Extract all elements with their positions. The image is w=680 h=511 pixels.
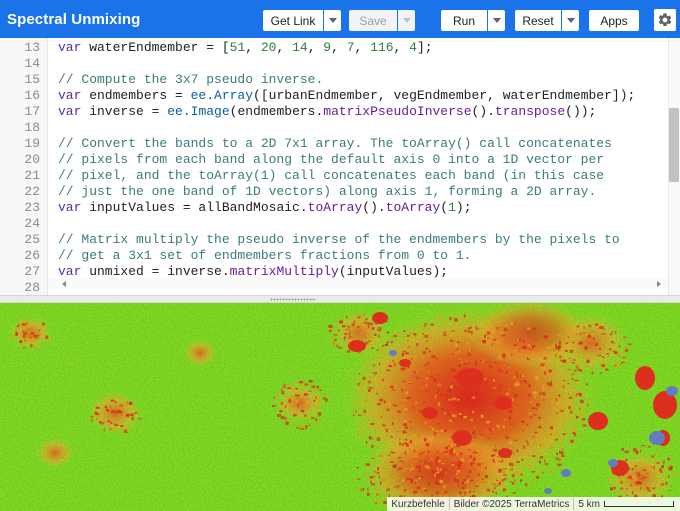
code-line[interactable]: 19 // Convert the bands to a 2D 7x1 array… xyxy=(0,136,668,152)
chevron-down-icon xyxy=(328,18,337,23)
scale-line xyxy=(604,501,674,507)
scale-bar: 5 km xyxy=(574,499,680,510)
line-number: 26 xyxy=(24,248,40,263)
run-button-group[interactable]: Run xyxy=(441,10,505,31)
code-text[interactable]: // Matrix multiply the pseudo inverse of… xyxy=(58,232,620,248)
get-link-button[interactable]: Get Link xyxy=(263,10,323,31)
code-lines[interactable]: 12var vegEndmember = [50, 21, 20, 35, 50… xyxy=(0,38,668,295)
code-text[interactable]: // Compute the 3x7 pseudo inverse. xyxy=(58,72,323,88)
code-editor[interactable]: 12var vegEndmember = [50, 21, 20, 35, 50… xyxy=(0,38,680,295)
line-number: 17 xyxy=(24,104,40,119)
apps-button[interactable]: Apps xyxy=(589,10,639,31)
panel-splitter[interactable] xyxy=(0,295,680,303)
map-features xyxy=(0,303,680,511)
line-number: 25 xyxy=(24,232,40,247)
code-text[interactable]: // get a 3x1 set of endmembers fractions… xyxy=(58,248,471,264)
code-text[interactable]: var inputValues = allBandMosaic.toArray(… xyxy=(58,200,472,216)
code-text[interactable]: var endmembers = ee.Array([urbanEndmembe… xyxy=(58,88,635,104)
line-number: 21 xyxy=(24,168,40,183)
line-number: 22 xyxy=(24,184,40,199)
code-line[interactable]: 14 xyxy=(0,56,668,72)
chevron-down-icon xyxy=(492,18,501,23)
get-link-dropdown[interactable] xyxy=(324,10,341,31)
line-number: 19 xyxy=(24,136,40,151)
reset-button[interactable]: Reset xyxy=(515,10,561,31)
line-number: 18 xyxy=(24,120,40,135)
imagery-credit: Bilder ©2025 TerraMetrics xyxy=(453,498,570,510)
line-number: 23 xyxy=(24,200,40,215)
code-text[interactable]: // just the one band of 1D vectors) alon… xyxy=(58,184,596,200)
line-number: 13 xyxy=(24,40,40,55)
app-title: Spectral Unmixing xyxy=(7,11,141,28)
unmixed-result-layer xyxy=(0,303,680,511)
code-text[interactable]: var inverse = ee.Image(endmembers.matrix… xyxy=(58,104,596,120)
line-number: 27 xyxy=(24,264,40,279)
get-link-button-group[interactable]: Get Link xyxy=(263,10,341,31)
code-line[interactable]: 25 // Matrix multiply the pseudo inverse … xyxy=(0,232,668,248)
code-line[interactable]: 26 // get a 3x1 set of endmembers fractio… xyxy=(0,248,668,264)
line-number: 28 xyxy=(24,280,40,295)
reset-dropdown[interactable] xyxy=(562,10,579,31)
chevron-down-icon xyxy=(402,18,411,23)
code-line[interactable]: 20 // pixels from each band along the def… xyxy=(0,152,668,168)
save-button[interactable]: Save xyxy=(349,10,397,31)
top-toolbar: Spectral Unmixing Get Link Save Run Rese… xyxy=(0,0,680,38)
texture-overlay xyxy=(0,303,680,511)
save-button-group[interactable]: Save xyxy=(349,10,415,31)
vertical-scrollbar[interactable] xyxy=(668,38,680,295)
code-line[interactable]: 21 // pixel, and the toArray(1) call conc… xyxy=(0,168,668,184)
code-line[interactable]: 13 var waterEndmember = [51, 20, 14, 9, 7… xyxy=(0,40,668,56)
line-number: 16 xyxy=(24,88,40,103)
run-dropdown[interactable] xyxy=(488,10,505,31)
code-line[interactable]: 22 // just the one band of 1D vectors) al… xyxy=(0,184,668,200)
scroll-right-icon[interactable] xyxy=(657,281,661,287)
gear-icon xyxy=(658,13,672,27)
code-line[interactable]: 18 xyxy=(0,120,668,136)
scale-label: 5 km xyxy=(578,498,600,510)
line-number: 14 xyxy=(24,56,40,71)
vertical-scrollbar-thumb[interactable] xyxy=(669,108,679,182)
code-text[interactable]: // Convert the bands to a 2D 7x1 array. … xyxy=(58,136,612,152)
code-text[interactable]: var waterEndmember = [51, 20, 14, 9, 7, … xyxy=(58,40,433,56)
save-dropdown[interactable] xyxy=(398,10,415,31)
code-text[interactable]: // pixel, and the toArray(1) call concat… xyxy=(58,168,604,184)
chevron-down-icon xyxy=(566,18,575,23)
settings-button[interactable] xyxy=(654,9,676,31)
code-line[interactable]: 17 var inverse = ee.Image(endmembers.matr… xyxy=(0,104,668,120)
line-number: 15 xyxy=(24,72,40,87)
horizontal-scrollbar[interactable] xyxy=(48,278,668,289)
map-view[interactable]: Kurzbefehle Bilder ©2025 TerraMetrics 5 … xyxy=(0,303,680,511)
code-line[interactable]: 16 var endmembers = ee.Array([urbanEndmem… xyxy=(0,88,668,104)
code-line[interactable]: 15 // Compute the 3x7 pseudo inverse. xyxy=(0,72,668,88)
reset-button-group[interactable]: Reset xyxy=(515,10,579,31)
run-button[interactable]: Run xyxy=(441,10,487,31)
keyboard-shortcuts-link[interactable]: Kurzbefehle xyxy=(387,499,448,510)
map-attribution-bar: Kurzbefehle Bilder ©2025 TerraMetrics 5 … xyxy=(387,497,680,511)
line-number: 24 xyxy=(24,216,40,231)
line-number: 20 xyxy=(24,152,40,167)
code-line[interactable]: 24 xyxy=(0,216,668,232)
code-text[interactable]: // pixels from each band along the defau… xyxy=(58,152,604,168)
scroll-left-icon[interactable] xyxy=(62,281,66,287)
code-line[interactable]: 23 var inputValues = allBandMosaic.toArra… xyxy=(0,200,668,216)
drag-handle-icon[interactable] xyxy=(270,298,316,301)
